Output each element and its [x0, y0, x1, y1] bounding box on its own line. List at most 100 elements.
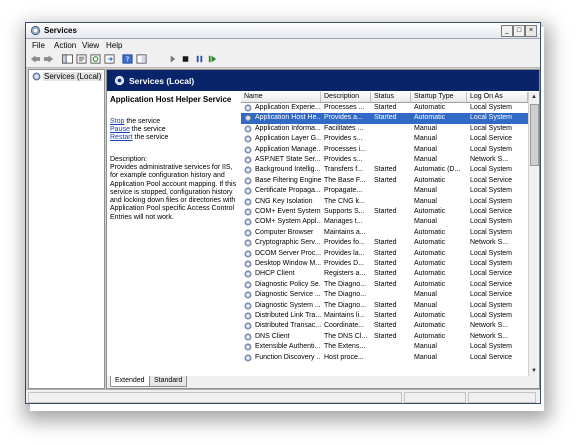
menu-help[interactable]: Help — [106, 41, 122, 50]
table-row[interactable]: Background Intellig... Transfers f... Star… — [241, 165, 528, 175]
cell-status: Started — [374, 260, 397, 267]
table-row[interactable]: Application Experie... Processes ... Start… — [241, 103, 528, 113]
scroll-thumb[interactable] — [530, 104, 539, 166]
cell-description: The Base F... — [324, 176, 366, 184]
cell-log-on-as: Local System — [470, 312, 513, 319]
cell-startup-type: Manual — [414, 353, 437, 361]
title-bar[interactable]: Services _ □ × — [26, 23, 540, 39]
cell-startup-type: Manual — [414, 135, 437, 143]
table-row[interactable]: COM+ Event System Supports S... Started Aut… — [241, 207, 528, 217]
restart-link[interactable]: Restart — [110, 134, 133, 141]
cell-status — [374, 134, 412, 144]
column-status[interactable]: Status — [371, 92, 411, 102]
menu-file[interactable]: File — [32, 41, 45, 50]
refresh-icon[interactable] — [90, 54, 101, 64]
pause-link[interactable]: Pause — [110, 126, 130, 133]
table-row[interactable]: CNG Key Isolation The CNG k... Manual Local… — [241, 197, 528, 207]
table-row[interactable]: Application Host He... Provides a... Start… — [241, 113, 528, 124]
stop-icon[interactable] — [180, 54, 191, 64]
table-row[interactable]: Application Informa... Facilitates ... Man… — [241, 124, 528, 134]
table-row[interactable]: Diagnostic Service ... The Diagno... Manua… — [241, 290, 528, 300]
cell-name: COM+ System Appl... — [255, 218, 321, 226]
table-row[interactable]: Cryptographic Serv... Provides fo... Start… — [241, 238, 528, 248]
table-row[interactable]: Extensible Authenti... The Extens... Manua… — [241, 342, 528, 352]
table-row[interactable]: ASP.NET State Ser... Provides s... Manual N… — [241, 155, 528, 165]
cell-log-on-as: Local System — [470, 145, 513, 153]
cell-log-on-as: Network S... — [470, 322, 509, 330]
cell-name: Diagnostic Service ... — [255, 291, 321, 299]
cell-log-on-as: Local System — [470, 343, 513, 351]
service-gear-icon — [244, 187, 252, 195]
cell-status: Started — [374, 280, 397, 288]
table-row[interactable]: Distributed Link Tra... Maintains li... St… — [241, 311, 528, 321]
cell-startup-type: Manual — [414, 218, 437, 226]
action-stop-text: the service — [124, 118, 161, 125]
tab-standard[interactable]: Standard — [149, 376, 188, 387]
back-icon[interactable] — [30, 54, 41, 64]
table-row[interactable]: Function Discovery ... Host proce... Manua… — [241, 353, 528, 363]
cell-startup-type: Automatic — [414, 114, 446, 122]
cell-description: Processes ... — [324, 104, 365, 111]
column-description[interactable]: Description — [321, 92, 371, 102]
services-window: Services _ □ × File Action View Help ? S… — [25, 22, 541, 404]
services-panel: Services (Local) Application Host Helper… — [106, 69, 540, 389]
toolbar: ? — [26, 51, 540, 68]
table-row[interactable]: DHCP Client Registers a... Started Automati… — [241, 269, 528, 279]
scroll-down-icon[interactable]: ▼ — [529, 366, 539, 376]
table-row[interactable]: Diagnostic Policy Se... The Diagno... Star… — [241, 280, 528, 290]
column-name[interactable]: Name — [241, 92, 321, 102]
forward-icon[interactable] — [43, 54, 54, 64]
pause-icon[interactable] — [194, 54, 205, 64]
menu-view[interactable]: View — [82, 41, 99, 50]
service-gear-icon — [244, 250, 252, 258]
status-segment — [404, 392, 466, 403]
table-row[interactable]: Computer Browser Maintains a... Automatic L… — [241, 228, 528, 238]
close-button[interactable]: × — [525, 25, 537, 37]
cell-description: Manages t... — [324, 218, 363, 226]
tab-extended[interactable]: Extended — [110, 376, 150, 387]
properties-icon[interactable] — [76, 54, 87, 64]
export-icon[interactable] — [104, 54, 115, 64]
service-gear-icon — [244, 239, 252, 247]
vertical-scrollbar[interactable]: ▲ ▼ — [528, 92, 539, 376]
stop-link[interactable]: Stop — [110, 118, 124, 125]
cell-description: Transfers f... — [324, 166, 364, 174]
maximize-button[interactable]: □ — [513, 25, 525, 37]
cell-log-on-as: Local System — [470, 249, 513, 257]
cell-startup-type: Automatic — [414, 208, 446, 215]
scroll-up-icon[interactable]: ▲ — [529, 92, 539, 102]
cell-startup-type: Automatic — [414, 239, 446, 247]
cell-log-on-as: Local Service — [470, 176, 513, 184]
cell-startup-type: Manual — [414, 343, 437, 351]
table-row[interactable]: DCOM Server Proc... Provides la... Started… — [241, 249, 528, 259]
menu-action[interactable]: Action — [54, 41, 76, 50]
table-row[interactable]: Diagnostic System ... The Diagno... Starte… — [241, 301, 528, 311]
console-tree-icon[interactable] — [62, 54, 73, 64]
help-icon[interactable]: ? — [122, 54, 133, 64]
window-title: Services — [44, 26, 77, 35]
table-row[interactable]: Base Filtering Engine The Base F... Starte… — [241, 176, 528, 186]
table-row[interactable]: Distributed Transac... Coordinate... Start… — [241, 321, 528, 331]
table-row[interactable]: DNS Client The DNS Cl... Started Automatic N… — [241, 332, 528, 342]
cell-status: Started — [374, 270, 397, 278]
cell-startup-type: Manual — [414, 124, 437, 132]
cell-name: Desktop Window M... — [255, 260, 321, 267]
column-startup-type[interactable]: Startup Type — [411, 92, 467, 102]
table-row[interactable]: Application Layer G... Provides s... Manua… — [241, 134, 528, 144]
cell-status — [374, 217, 412, 227]
restart-icon[interactable] — [207, 54, 218, 64]
minimize-button[interactable]: _ — [501, 25, 513, 37]
cell-log-on-as: Network S... — [470, 332, 509, 340]
table-row[interactable]: Application Manage... Processes i... Manua… — [241, 145, 528, 155]
service-gear-icon — [244, 333, 252, 341]
show-hide-icon[interactable] — [136, 54, 147, 64]
start-icon[interactable] — [167, 54, 178, 64]
table-row[interactable]: Desktop Window M... Provides D... Started A… — [241, 259, 528, 269]
table-row[interactable]: COM+ System Appl... Manages t... Manual Loc… — [241, 217, 528, 227]
column-log-on-as[interactable]: Log On As — [467, 92, 528, 102]
cell-description: The CNG k... — [324, 197, 365, 205]
cell-startup-type: Automatic — [414, 260, 446, 267]
cell-name: Function Discovery ... — [255, 353, 321, 361]
table-row[interactable]: Certificate Propaga... Propagate... Manual… — [241, 186, 528, 196]
services-gear-icon — [30, 25, 41, 36]
